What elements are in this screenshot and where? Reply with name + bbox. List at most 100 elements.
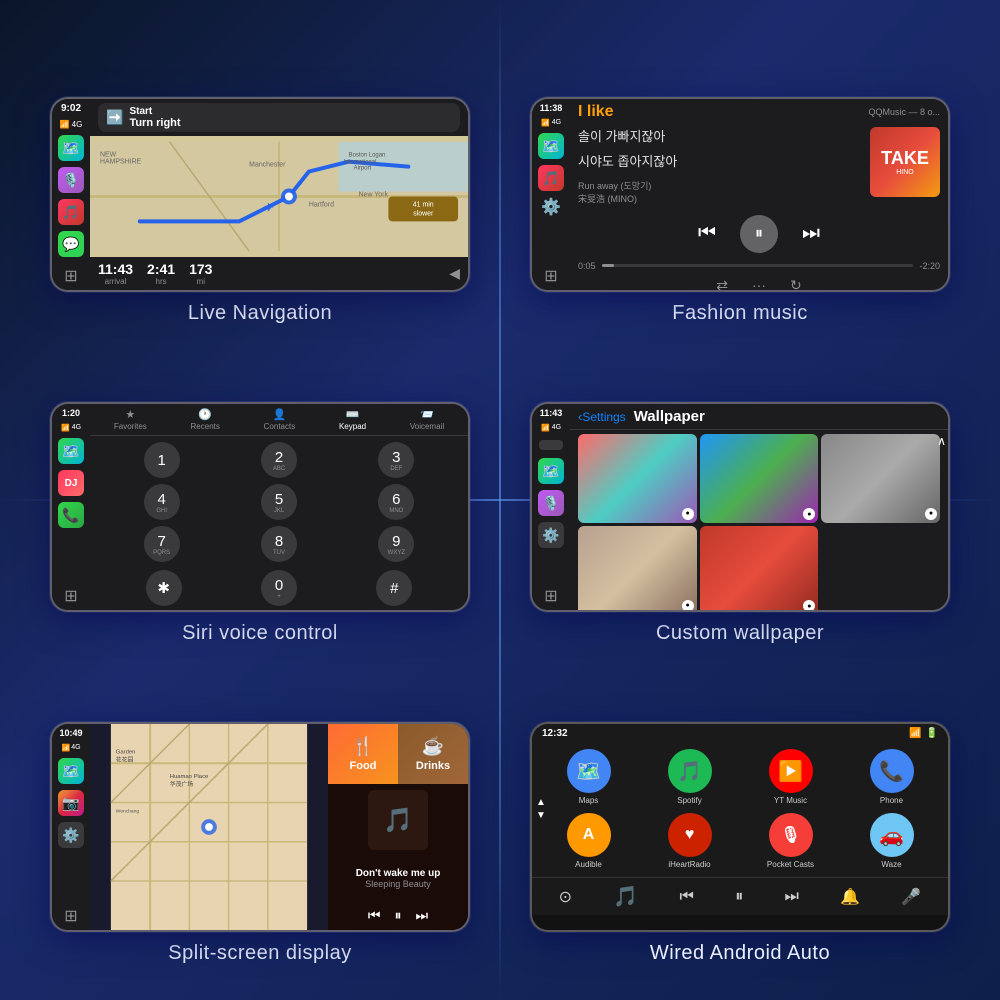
dial-8[interactable]: 8TUV	[261, 526, 297, 562]
tab-voicemail[interactable]: 📨 Voicemail	[410, 408, 444, 431]
dial-1[interactable]: 1	[144, 442, 180, 478]
dial-hash[interactable]: #	[376, 570, 412, 606]
phone-icon-maps[interactable]: 🗺️	[58, 438, 84, 464]
split-play-btn[interactable]: ⏸	[395, 907, 402, 924]
wall-thumb-1[interactable]: ●	[578, 434, 697, 523]
nav-icon-messages[interactable]: 💬	[58, 231, 84, 257]
scroll-up-btn[interactable]: ▲	[536, 797, 546, 808]
music-prev-btn[interactable]: ⏮	[698, 222, 716, 245]
split-drinks-btn[interactable]: ☕ Drinks	[398, 724, 468, 784]
android-spotify-playing[interactable]: 🎵	[613, 884, 638, 909]
dial-0[interactable]: 0+	[261, 570, 297, 606]
android-app-iheartradio[interactable]: ♥ iHeartRadio	[643, 813, 736, 869]
phone-icon-dj[interactable]: DJ	[58, 470, 84, 496]
progress-fill	[602, 264, 614, 267]
progress-track[interactable]	[602, 264, 914, 267]
wall-time: 11:43	[540, 408, 563, 418]
dial-3[interactable]: 3DEF	[378, 442, 414, 478]
split-prev-btn[interactable]: ⏮	[368, 907, 381, 924]
wall-icon-grid[interactable]: ⊞	[544, 586, 557, 606]
wall-thumb-5[interactable]: ●	[700, 526, 819, 612]
music-icon-music[interactable]: 🎵	[538, 165, 564, 191]
nav-map-svg: NEW HAMPSHIRE Manchester Hartford New Yo…	[90, 136, 468, 257]
split-music-info: Don't wake me up Sleeping Beauty	[334, 868, 462, 889]
music-app-name: I like	[578, 103, 614, 121]
music-repeat-btn[interactable]: ↻	[790, 277, 802, 292]
nav-icon-grid[interactable]: ⊞	[64, 266, 77, 286]
dial-4[interactable]: 4GHI	[144, 484, 180, 520]
split-food-btn[interactable]: 🍴 Food	[328, 724, 398, 784]
wall-thumb-3[interactable]: ●	[821, 434, 940, 523]
tab-recents[interactable]: 🕐 Recents	[191, 408, 220, 431]
wall-icon-podcasts[interactable]: 🎙️	[538, 490, 564, 516]
music-more-btn[interactable]: ···	[752, 277, 766, 292]
nav-icon-podcasts[interactable]: 🎙️	[58, 167, 84, 193]
split-icon-grid[interactable]: ⊞	[64, 906, 77, 926]
android-ytmusic-icon: ▶️	[769, 749, 813, 793]
label-music: Fashion music	[672, 302, 807, 325]
drinks-label: Drinks	[416, 760, 450, 772]
dial-6[interactable]: 6MNO	[378, 484, 414, 520]
music-album-art: TAKE HINO	[870, 127, 940, 197]
scroll-down-btn[interactable]: ▼	[536, 810, 546, 821]
music-icon-settings[interactable]: ⚙️	[541, 197, 561, 217]
android-bell-btn[interactable]: 🔔	[840, 887, 860, 907]
android-home-btn[interactable]: ⊙	[559, 887, 572, 907]
svg-text:Manchester: Manchester	[249, 162, 286, 169]
wall-back-label[interactable]: Settings	[582, 410, 625, 424]
android-pause-btn[interactable]: ⏸	[735, 888, 743, 906]
phone-icon-grid[interactable]: ⊞	[64, 586, 77, 606]
nav-distance: 173 mi	[189, 261, 212, 286]
music-icon-grid[interactable]: ⊞	[544, 266, 557, 286]
nav-screen: 9:02 📶4G 🗺️ 🎙️ 🎵 💬 ⊞ ➡️ Start	[50, 97, 470, 292]
split-music-icon: 🎵	[383, 806, 413, 835]
music-play-btn[interactable]: ⏸	[740, 215, 778, 253]
music-controls: ⏮ ⏸ ⏭	[570, 209, 948, 259]
android-iheart-label: iHeartRadio	[668, 860, 710, 869]
wall-arrow-up[interactable]: ∧	[937, 434, 946, 448]
android-app-grid: ▲ ▼ 🗺️ Maps 🎵 Spotify ▶️ YT Music	[532, 741, 948, 877]
android-mic-btn[interactable]: 🎤	[901, 887, 921, 907]
music-icon-maps[interactable]: 🗺️	[538, 133, 564, 159]
nav-icon-maps[interactable]: 🗺️	[58, 135, 84, 161]
dial-5[interactable]: 5JKL	[261, 484, 297, 520]
dial-2[interactable]: 2ABC	[261, 442, 297, 478]
android-app-ytmusic[interactable]: ▶️ YT Music	[744, 749, 837, 805]
dial-star[interactable]: ✱	[146, 570, 182, 606]
android-app-phone[interactable]: 📞 Phone	[845, 749, 938, 805]
nav-map[interactable]: NEW HAMPSHIRE Manchester Hartford New Yo…	[90, 136, 468, 257]
dial-9[interactable]: 9WXYZ	[378, 526, 414, 562]
wall-icon-maps[interactable]: 🗺️	[538, 458, 564, 484]
android-skip-next-btn[interactable]: ⏭	[785, 888, 799, 906]
nav-main: ➡️ Start Turn right	[90, 99, 468, 290]
tab-contacts[interactable]: 👤 Contacts	[264, 408, 296, 431]
android-app-pocketcasts[interactable]: 🎙 Pocket Casts	[744, 813, 837, 869]
android-app-audible[interactable]: A Audible	[542, 813, 635, 869]
split-next-btn[interactable]: ⏭	[416, 907, 429, 924]
dial-7[interactable]: 7PQRS	[144, 526, 180, 562]
phone-main: ★ Favorites 🕐 Recents 👤 Contacts ⌨️ Keyp…	[90, 404, 468, 610]
nav-icon-music[interactable]: 🎵	[58, 199, 84, 225]
split-map-area[interactable]: Garden 花花园 Huamao Place 华茂广场 Wenchang	[90, 724, 328, 930]
android-skip-back-btn[interactable]: ⏮	[680, 888, 694, 906]
split-album-art: 🎵	[368, 790, 428, 850]
split-icon-instagram[interactable]: 📷	[58, 790, 84, 816]
music-shuffle-btn[interactable]: ⇄	[716, 277, 728, 292]
android-spotify-icon: 🎵	[668, 749, 712, 793]
android-app-maps[interactable]: 🗺️ Maps	[542, 749, 635, 805]
tab-recents-label: Recents	[191, 422, 220, 431]
phone-icon-phone[interactable]: 📞	[58, 502, 84, 528]
tab-keypad[interactable]: ⌨️ Keypad	[339, 408, 366, 431]
tab-favorites[interactable]: ★ Favorites	[114, 408, 147, 431]
music-next-btn[interactable]: ⏭	[802, 222, 820, 245]
label-phone: Siri voice control	[182, 622, 338, 645]
split-icon-settings[interactable]: ⚙️	[58, 822, 84, 848]
split-icon-maps[interactable]: 🗺️	[58, 758, 84, 784]
svg-text:slower: slower	[413, 210, 434, 217]
wall-thumb-4[interactable]: ●	[578, 526, 697, 612]
android-app-spotify[interactable]: 🎵 Spotify	[643, 749, 736, 805]
wall-icon-settings[interactable]: ⚙️	[538, 522, 564, 548]
android-app-waze[interactable]: 🚗 Waze	[845, 813, 938, 869]
wall-thumb-2[interactable]: ●	[700, 434, 819, 523]
android-iheart-icon: ♥	[668, 813, 712, 857]
